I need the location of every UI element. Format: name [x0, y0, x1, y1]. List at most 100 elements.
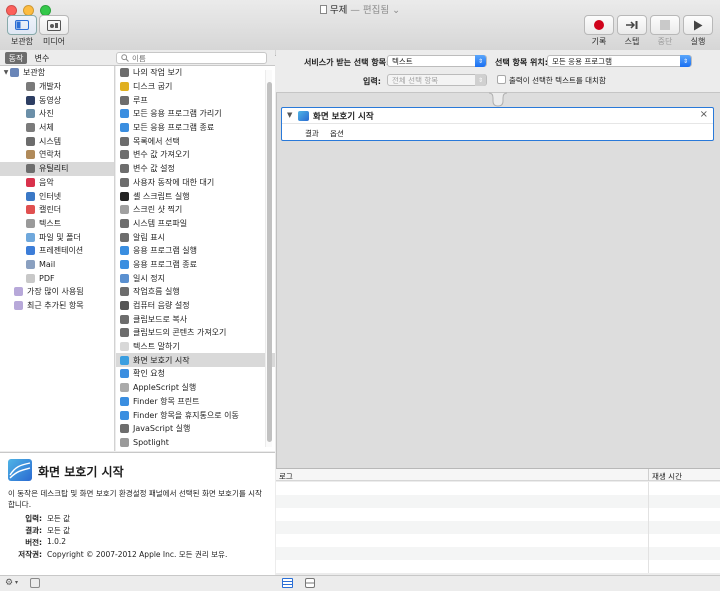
- library-toggle-button[interactable]: [7, 15, 37, 35]
- library-item[interactable]: 유틸리티: [0, 161, 114, 176]
- popup-arrows-icon: ⇕: [475, 74, 486, 86]
- action-item[interactable]: 루프: [116, 93, 275, 107]
- tab-variables[interactable]: 변수: [30, 52, 54, 64]
- library-item[interactable]: 연락처: [0, 148, 114, 162]
- action-item[interactable]: 모든 응용 프로그램 가리기: [116, 107, 275, 121]
- action-item[interactable]: 나의 작업 보기: [116, 66, 275, 80]
- library-item[interactable]: 시스템: [0, 134, 114, 148]
- replace-selection-checkbox[interactable]: [497, 75, 506, 84]
- info-result-key: 결과:: [25, 526, 42, 535]
- service-popup[interactable]: 텍스트 ⇕: [387, 55, 487, 67]
- bottom-bar: ⚙︎ ▾: [0, 575, 720, 591]
- column-divider: [648, 469, 649, 481]
- action-item[interactable]: 모든 응용 프로그램 종료: [116, 121, 275, 135]
- scrollbar-thumb[interactable]: [267, 82, 272, 442]
- smart-group-item[interactable]: 최근 추가된 항목: [0, 299, 114, 313]
- chevron-down-icon[interactable]: ▾: [15, 579, 18, 586]
- action-item[interactable]: 작업흐름 실행: [116, 285, 275, 299]
- action-item[interactable]: 컴퓨터 음량 설정: [116, 299, 275, 313]
- log-column-header[interactable]: 로그: [279, 471, 293, 482]
- action-item[interactable]: 응용 프로그램 실행: [116, 244, 275, 258]
- library-item[interactable]: 파일 및 폴더: [0, 230, 114, 244]
- description-toggle-button[interactable]: [30, 578, 40, 588]
- action-item[interactable]: 화면 보호기 시작: [116, 353, 275, 368]
- input-popup[interactable]: 전체 선택 항목 ⇕: [387, 74, 487, 86]
- log-row: [276, 482, 720, 495]
- library-item-label: 유틸리티: [39, 164, 69, 174]
- info-input-value: 모든 값: [47, 514, 71, 523]
- workflow-header: 서비스가 받는 선택 항목: 텍스트 ⇕ 선택 항목 위치: 모든 응용 프로그…: [276, 50, 720, 93]
- action-item[interactable]: 목록에서 선택: [116, 134, 275, 148]
- action-item[interactable]: 클립보드로 복사: [116, 312, 275, 326]
- search-input[interactable]: [132, 53, 252, 63]
- action-item[interactable]: JavaScript 실행: [116, 422, 275, 436]
- action-item[interactable]: 변수 값 가져오기: [116, 148, 275, 162]
- library-item[interactable]: 인터넷: [0, 189, 114, 203]
- action-item[interactable]: 사용자 동작에 대한 대기: [116, 176, 275, 190]
- smart-group-item[interactable]: 가장 많이 사용됨: [0, 285, 114, 299]
- finder-icon: [120, 410, 129, 420]
- edited-status: — 편집됨: [350, 5, 390, 16]
- info-input-row: 입력: 모든 값: [8, 513, 70, 524]
- action-item-label: 확인 요청: [133, 369, 165, 379]
- library-item[interactable]: 동영상: [0, 93, 114, 107]
- action-item[interactable]: 텍스트 말하기: [116, 340, 275, 354]
- gear-icon[interactable]: ⚙︎: [5, 578, 13, 588]
- action-item[interactable]: Spotlight: [116, 436, 275, 450]
- action-item[interactable]: Finder 항목을 휴지통으로 이동: [116, 408, 275, 422]
- tab-results[interactable]: 결과: [305, 128, 319, 139]
- action-item[interactable]: 클립보드의 콘텐츠 가져오기: [116, 326, 275, 340]
- action-item[interactable]: AppleScript 실행: [116, 381, 275, 395]
- library-item[interactable]: 텍스트: [0, 217, 114, 231]
- run-button[interactable]: [683, 15, 713, 35]
- library-item[interactable]: 사진: [0, 107, 114, 121]
- close-icon[interactable]: ×: [700, 109, 708, 120]
- action-item[interactable]: 변수 값 설정: [116, 162, 275, 176]
- action-item[interactable]: 응용 프로그램 종료: [116, 258, 275, 272]
- library-item[interactable]: 개발자: [0, 80, 114, 94]
- column-divider: [648, 521, 649, 534]
- action-item[interactable]: 디스크 굽기: [116, 80, 275, 94]
- library-item[interactable]: 음악: [0, 176, 114, 190]
- column-divider: [648, 508, 649, 521]
- loop-icon: [120, 95, 129, 105]
- disclosure-triangle-icon[interactable]: ▼: [287, 111, 292, 119]
- library-item[interactable]: 프레젠테이션: [0, 244, 114, 258]
- action-item[interactable]: 알림 표시: [116, 230, 275, 244]
- record-button[interactable]: [584, 15, 614, 35]
- media-button[interactable]: [39, 15, 69, 35]
- library-item[interactable]: 서체: [0, 121, 114, 135]
- action-item[interactable]: Finder 항목 프린트: [116, 395, 275, 409]
- step-button[interactable]: [617, 15, 647, 35]
- variables-pane-icon[interactable]: [305, 578, 315, 588]
- disclosure-triangle-icon[interactable]: ▼: [2, 69, 10, 76]
- log-list-icon[interactable]: [282, 578, 293, 588]
- utility-icon: [120, 232, 129, 242]
- column-divider: [648, 482, 649, 495]
- action-item-label: AppleScript 실행: [133, 383, 197, 393]
- tab-actions[interactable]: 동작: [5, 52, 27, 64]
- action-item-label: 스크린 샷 찍기: [133, 205, 183, 215]
- action-item[interactable]: 셸 스크립트 실행: [116, 189, 275, 203]
- tab-options[interactable]: 옵션: [330, 128, 344, 139]
- text-icon: [26, 218, 35, 228]
- document-icon: [319, 5, 327, 14]
- location-popup[interactable]: 모든 응용 프로그램 ⇕: [547, 55, 692, 67]
- action-item[interactable]: 시스템 프로파일: [116, 217, 275, 231]
- library-root[interactable]: ▼ 보관함: [0, 66, 114, 80]
- replace-selection-label: 출력이 선택한 텍스트를 대치함: [509, 76, 606, 85]
- window-title[interactable]: 무제 — 편집됨 ⌄: [0, 2, 720, 16]
- action-item-label: 작업흐름 실행: [133, 287, 180, 297]
- stop-button[interactable]: [650, 15, 680, 35]
- utility-icon: [120, 287, 129, 297]
- library-item[interactable]: PDF: [0, 271, 114, 285]
- search-field[interactable]: [116, 52, 267, 64]
- library-item[interactable]: Mail: [0, 258, 114, 272]
- action-item[interactable]: 확인 요청: [116, 367, 275, 381]
- action-card-start-screensaver[interactable]: ▼ 화면 보호기 시작 × 결과 옵션: [281, 107, 714, 141]
- action-item[interactable]: 스크린 샷 찍기: [116, 203, 275, 217]
- library-item[interactable]: 캘린더: [0, 203, 114, 217]
- duration-column-header[interactable]: 재생 시간: [652, 471, 682, 482]
- action-item[interactable]: 일시 정지: [116, 271, 275, 285]
- actions-scrollbar[interactable]: [265, 70, 272, 447]
